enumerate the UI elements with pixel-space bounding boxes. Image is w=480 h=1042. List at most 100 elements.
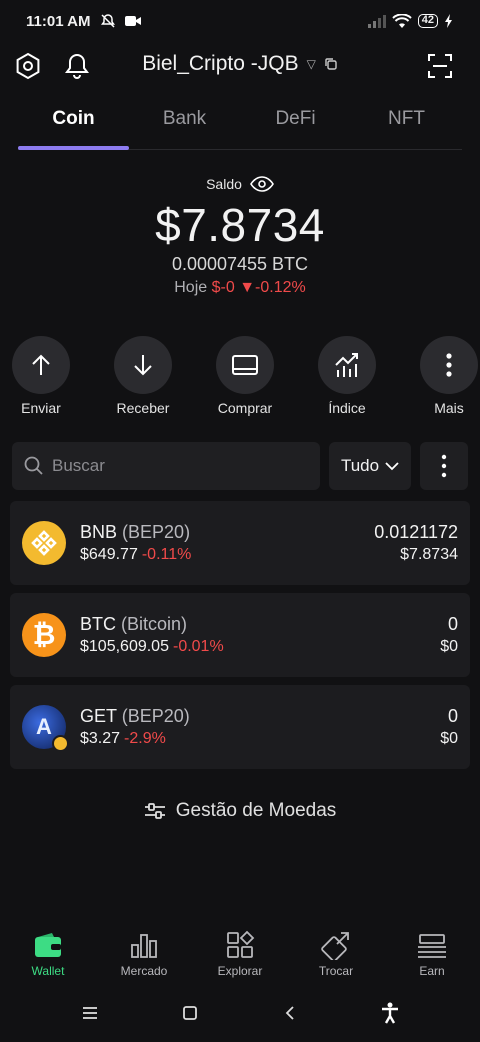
nav-explore-label: Explorar bbox=[217, 964, 263, 978]
manage-coins-button[interactable]: Gestão de Moedas bbox=[0, 800, 480, 822]
nav-swap[interactable]: Trocar bbox=[288, 928, 384, 988]
grid-icon bbox=[227, 930, 255, 958]
nav-swap-label: Trocar bbox=[318, 964, 354, 978]
coin-row-get[interactable]: A GET (BEP20) $3.27 -2.9% 0 $0 bbox=[10, 685, 470, 769]
coin-price: $649.77 bbox=[80, 546, 138, 563]
index-label: Índice bbox=[328, 400, 366, 416]
coin-change: -0.11% bbox=[141, 546, 192, 563]
balance-btc: 0.00007455 BTC bbox=[171, 254, 309, 274]
swap-icon bbox=[321, 932, 349, 960]
receive-button[interactable]: Receber bbox=[112, 336, 174, 416]
mute-bell-icon bbox=[101, 14, 116, 28]
copy-icon[interactable] bbox=[324, 57, 338, 71]
coin-symbol: GET bbox=[80, 706, 117, 726]
today-percent: -0.12% bbox=[255, 279, 306, 296]
bep20-badge-icon bbox=[52, 735, 69, 752]
nav-earn-label: Earn bbox=[419, 964, 445, 978]
nav-wallet[interactable]: Wallet bbox=[0, 928, 96, 988]
coin-name: BTC (Bitcoin) bbox=[80, 614, 187, 635]
coin-row-bnb[interactable]: BNB (BEP20) $649.77 -0.11% 0.0121172 $7.8… bbox=[10, 501, 470, 585]
wallet-icon bbox=[35, 933, 61, 957]
nav-market[interactable]: Mercado bbox=[96, 928, 192, 988]
coin-network: (BEP20) bbox=[122, 522, 191, 542]
coin-name: BNB (BEP20) bbox=[80, 522, 190, 543]
bar-chart-icon bbox=[131, 934, 157, 958]
recent-apps-icon[interactable] bbox=[40, 1006, 140, 1020]
search-input[interactable] bbox=[52, 456, 272, 476]
coin-fiat: $0 bbox=[440, 730, 458, 747]
coin-change: -0.01% bbox=[172, 638, 224, 655]
buy-label: Comprar bbox=[217, 400, 273, 416]
more-label: Mais bbox=[434, 400, 464, 416]
get-logo-icon: A bbox=[22, 705, 69, 752]
coin-price-row: $105,609.05 -0.01% bbox=[80, 638, 224, 656]
more-vertical-icon bbox=[441, 454, 447, 478]
nav-wallet-label: Wallet bbox=[31, 964, 65, 978]
balance-today: Hoje $-0 ▼-0.12% bbox=[0, 279, 480, 297]
nav-market-label: Mercado bbox=[120, 964, 168, 978]
tab-coin[interactable]: Coin bbox=[18, 98, 129, 150]
balance-section: Saldo $7.8734 0.00007455 BTC Hoje $-0 ▼-… bbox=[0, 176, 480, 297]
home-icon[interactable] bbox=[140, 1006, 240, 1020]
coin-amount: 0 bbox=[447, 706, 458, 726]
tab-defi[interactable]: DeFi bbox=[240, 98, 351, 149]
more-button[interactable]: Mais bbox=[418, 336, 480, 416]
signal-icon bbox=[367, 15, 386, 28]
coin-name: GET (BEP20) bbox=[80, 706, 190, 727]
coin-row-btc[interactable]: ₿ BTC (Bitcoin) $105,609.05 -0.01% 0 $0 bbox=[10, 593, 470, 677]
wallet-name: Biel_Cripto -JQB bbox=[142, 52, 299, 75]
asset-tabs: Coin Bank DeFi NFT bbox=[18, 98, 462, 150]
wifi-icon bbox=[392, 13, 412, 28]
today-label: Hoje bbox=[174, 279, 208, 296]
send-label: Enviar bbox=[21, 400, 61, 416]
balance-label-row: Saldo bbox=[206, 176, 274, 192]
balance-label: Saldo bbox=[206, 176, 242, 192]
manage-coins-label: Gestão de Moedas bbox=[175, 800, 337, 821]
app-header: Biel_Cripto -JQB ▽ bbox=[0, 44, 480, 88]
video-icon bbox=[125, 16, 142, 26]
filter-label: Tudo bbox=[340, 456, 380, 475]
list-options-button[interactable] bbox=[420, 442, 468, 490]
chevron-down-icon: ▽ bbox=[306, 57, 316, 71]
today-change: $-0 bbox=[211, 279, 235, 296]
scan-icon[interactable] bbox=[424, 50, 456, 82]
search-row: Tudo bbox=[12, 442, 468, 490]
bnb-logo-icon bbox=[22, 521, 66, 565]
charging-icon bbox=[445, 14, 452, 28]
receive-label: Receber bbox=[116, 400, 170, 416]
coin-fiat: $7.8734 bbox=[400, 546, 458, 563]
coin-amount: 0 bbox=[447, 614, 458, 634]
coin-change: -2.9% bbox=[124, 730, 166, 747]
tab-nft[interactable]: NFT bbox=[351, 98, 462, 149]
coin-amount: 0.0121172 bbox=[374, 522, 458, 542]
coin-price-row: $649.77 -0.11% bbox=[80, 546, 191, 564]
coin-network: (Bitcoin) bbox=[121, 614, 188, 634]
tab-bank[interactable]: Bank bbox=[129, 98, 240, 149]
battery-level: 42 bbox=[417, 14, 438, 28]
bottom-nav: Wallet Mercado Explorar Trocar Earn bbox=[0, 928, 480, 988]
chart-icon bbox=[335, 353, 358, 377]
system-nav-bar bbox=[0, 998, 480, 1028]
wallet-selector[interactable]: Biel_Cripto -JQB ▽ bbox=[0, 52, 480, 76]
search-icon bbox=[24, 456, 43, 475]
down-triangle-icon: ▼ bbox=[239, 279, 256, 296]
index-button[interactable]: Índice bbox=[316, 336, 378, 416]
buy-button[interactable]: Comprar bbox=[214, 336, 276, 416]
search-box[interactable] bbox=[12, 442, 320, 490]
eye-icon[interactable] bbox=[249, 176, 274, 192]
nav-explore[interactable]: Explorar bbox=[192, 928, 288, 988]
filter-dropdown[interactable]: Tudo bbox=[329, 442, 411, 490]
send-button[interactable]: Enviar bbox=[10, 336, 72, 416]
coin-fiat: $0 bbox=[440, 638, 458, 655]
quick-actions: Enviar Receber Comprar Índice Mais bbox=[10, 336, 480, 416]
back-icon[interactable] bbox=[240, 1005, 340, 1021]
chevron-down-icon bbox=[385, 462, 399, 471]
earn-stack-icon bbox=[418, 934, 446, 958]
coin-symbol: BNB bbox=[80, 522, 118, 542]
more-vertical-icon bbox=[446, 353, 452, 377]
nav-earn[interactable]: Earn bbox=[384, 928, 480, 988]
coin-symbol: BTC bbox=[80, 614, 116, 634]
arrow-down-icon bbox=[134, 355, 152, 376]
accessibility-icon[interactable] bbox=[340, 1002, 440, 1024]
balance-value: $7.8734 bbox=[155, 199, 325, 251]
